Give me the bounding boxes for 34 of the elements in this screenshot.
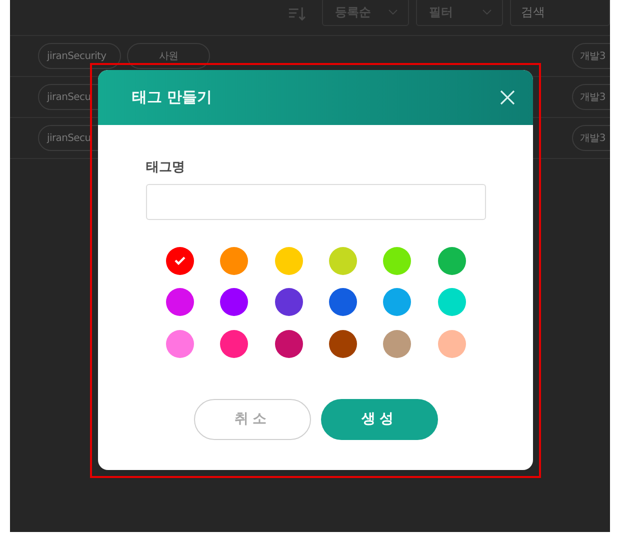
color-swatch[interactable] bbox=[383, 330, 412, 358]
color-swatch[interactable] bbox=[438, 330, 466, 358]
tag-chip: jiranSecurity bbox=[38, 43, 121, 69]
cancel-button[interactable]: 취소 bbox=[194, 398, 311, 440]
tag-name-field[interactable] bbox=[146, 184, 486, 220]
color-swatch[interactable] bbox=[274, 246, 303, 275]
color-swatch[interactable] bbox=[329, 246, 358, 275]
field-label: 태그명 bbox=[146, 159, 186, 176]
dialog-title: 태그 만들기 bbox=[132, 88, 212, 107]
color-swatch[interactable] bbox=[383, 246, 412, 275]
chevron-icon bbox=[388, 9, 398, 15]
color-swatch[interactable] bbox=[220, 330, 248, 358]
color-swatch[interactable] bbox=[329, 288, 358, 316]
tag-chip: 개발3 bbox=[572, 84, 610, 110]
tag-chip: 사원 bbox=[127, 43, 210, 69]
tag-chip: 개발3 bbox=[572, 125, 610, 151]
search-field[interactable]: 검색 bbox=[510, 0, 610, 26]
color-swatch[interactable] bbox=[329, 330, 358, 358]
color-swatch[interactable] bbox=[166, 246, 194, 275]
tag-chip: 개발3 bbox=[572, 43, 610, 69]
color-swatch[interactable] bbox=[438, 246, 466, 275]
close-icon[interactable] bbox=[500, 90, 515, 105]
color-swatch[interactable] bbox=[274, 288, 303, 316]
chevron-icon bbox=[482, 9, 492, 15]
color-swatch[interactable] bbox=[166, 288, 194, 316]
sort-icon[interactable] bbox=[288, 6, 307, 22]
check-icon bbox=[174, 256, 186, 266]
color-swatch[interactable] bbox=[166, 330, 194, 358]
color-swatch[interactable] bbox=[438, 288, 466, 316]
color-swatch[interactable] bbox=[220, 246, 248, 275]
color-swatch[interactable] bbox=[274, 330, 303, 358]
color-swatch[interactable] bbox=[220, 288, 248, 316]
create-button[interactable]: 생성 bbox=[321, 398, 438, 440]
color-swatch[interactable] bbox=[383, 288, 412, 316]
